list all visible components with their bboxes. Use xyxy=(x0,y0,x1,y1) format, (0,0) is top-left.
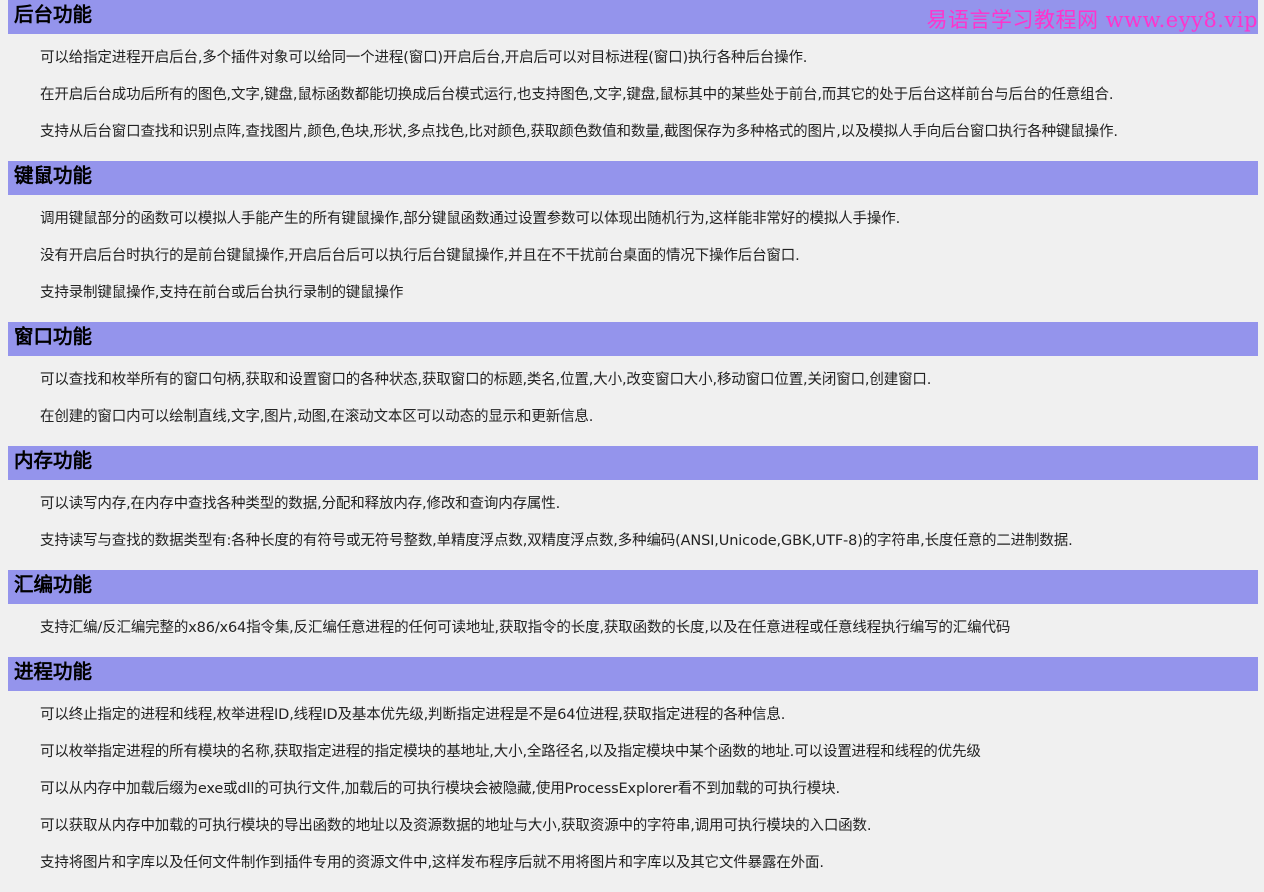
paragraph: 没有开启后台时执行的是前台键鼠操作,开启后台后可以执行后台键鼠操作,并且在不干扰… xyxy=(40,248,800,264)
paragraph: 调用键鼠部分的函数可以模拟人手能产生的所有键鼠操作,部分键鼠函数通过设置参数可以… xyxy=(40,211,901,227)
section-title: 内存功能 xyxy=(8,446,1258,480)
paragraph: 在创建的窗口内可以绘制直线,文字,图片,动图,在滚动文本区可以动态的显示和更新信… xyxy=(40,409,594,425)
paragraph: 支持将图片和字库以及任何文件制作到插件专用的资源文件中,这样发布程序后就不用将图… xyxy=(40,855,824,871)
paragraph: 支持录制键鼠操作,支持在前台或后台执行录制的键鼠操作 xyxy=(40,285,404,301)
paragraph: 可以枚举指定进程的所有模块的名称,获取指定进程的指定模块的基地址,大小,全路径名… xyxy=(40,744,981,760)
section-window: 窗口功能 可以查找和枚举所有的窗口句柄,获取和设置窗口的各种状态,获取窗口的标题… xyxy=(8,322,1258,446)
paragraph: 可以读写内存,在内存中查找各种类型的数据,分配和释放内存,修改和查询内存属性. xyxy=(40,496,561,512)
paragraph: 支持读写与查找的数据类型有:各种长度的有符号或无符号整数,单精度浮点数,双精度浮… xyxy=(40,533,1073,549)
paragraph: 可以给指定进程开启后台,多个插件对象可以给同一个进程(窗口)开启后台,开启后可以… xyxy=(40,50,808,66)
section-title: 窗口功能 xyxy=(8,322,1258,356)
section-memory: 内存功能 可以读写内存,在内存中查找各种类型的数据,分配和释放内存,修改和查询内… xyxy=(8,446,1258,570)
paragraph: 在开启后台成功后所有的图色,文字,键盘,鼠标函数都能切换成后台模式运行,也支持图… xyxy=(40,87,1114,103)
section-title: 汇编功能 xyxy=(8,570,1258,604)
feature-list: 后台功能 可以给指定进程开启后台,多个插件对象可以给同一个进程(窗口)开启后台,… xyxy=(8,0,1258,892)
section-assembly: 汇编功能 支持汇编/反汇编完整的x86/x64指令集,反汇编任意进程的任何可读地… xyxy=(8,570,1258,657)
site-watermark: 易语言学习教程网 www.eyy8.vip xyxy=(926,8,1258,32)
section-title: 进程功能 xyxy=(8,657,1258,691)
paragraph: 支持汇编/反汇编完整的x86/x64指令集,反汇编任意进程的任何可读地址,获取指… xyxy=(40,620,1011,636)
paragraph: 可以终止指定的进程和线程,枚举进程ID,线程ID及基本优先级,判断指定进程是不是… xyxy=(40,707,786,723)
paragraph: 可以从内存中加载后缀为exe或dll的可执行文件,加载后的可执行模块会被隐藏,使… xyxy=(40,781,840,797)
paragraph: 可以查找和枚举所有的窗口句柄,获取和设置窗口的各种状态,获取窗口的标题,类名,位… xyxy=(40,372,932,388)
section-process: 进程功能 可以终止指定的进程和线程,枚举进程ID,线程ID及基本优先级,判断指定… xyxy=(8,657,1258,892)
paragraph: 可以获取从内存中加载的可执行模块的导出函数的地址以及资源数据的地址与大小,获取资… xyxy=(40,818,872,834)
section-title: 键鼠功能 xyxy=(8,161,1258,195)
section-keyboard-mouse: 键鼠功能 调用键鼠部分的函数可以模拟人手能产生的所有键鼠操作,部分键鼠函数通过设… xyxy=(8,161,1258,322)
paragraph: 支持从后台窗口查找和识别点阵,查找图片,颜色,色块,形状,多点找色,比对颜色,获… xyxy=(40,124,1118,140)
